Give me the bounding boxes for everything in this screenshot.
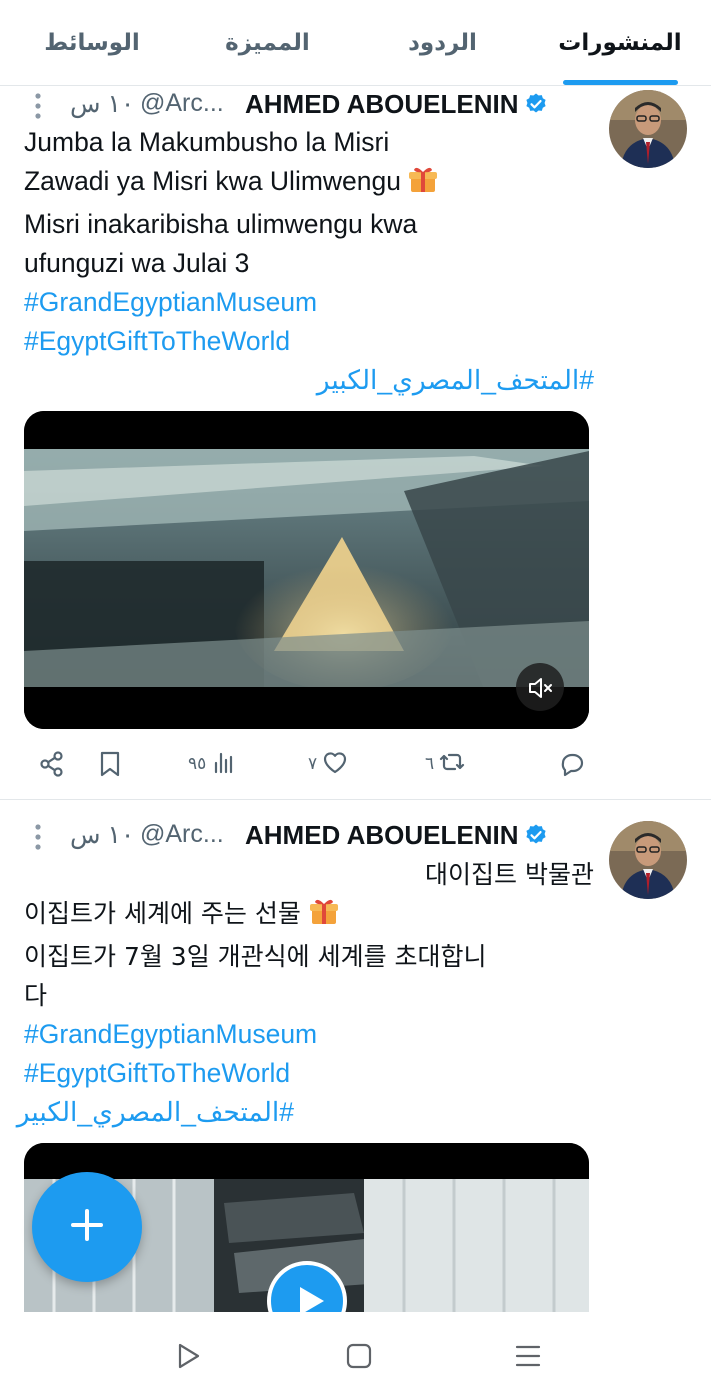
reposts-count: ٦: [425, 754, 435, 774]
author-handle[interactable]: @Arc...: [140, 89, 224, 118]
tweet-line-text: 이집트가 세계에 주는 선물: [24, 899, 301, 928]
tweet-time[interactable]: ١٠ س: [70, 89, 134, 119]
bookmark-icon[interactable]: [96, 744, 124, 784]
tweet-divider: [0, 799, 711, 800]
profile-tabs: الوسائط المميزة الردود المنشورات: [0, 0, 711, 86]
reply-icon[interactable]: [558, 744, 586, 784]
hashtag-link[interactable]: #المتحف_المصري_الكبير: [17, 1093, 294, 1132]
hashtag-text: #المتحف_المصري_الكبير: [316, 365, 594, 395]
tab-replies[interactable]: الردود: [385, 0, 500, 86]
tweet-line: 다: [24, 981, 48, 1010]
author-name[interactable]: AHMED ABOUELENIN: [245, 89, 518, 120]
tweet-time[interactable]: ١٠ س: [70, 820, 134, 850]
home-square-icon[interactable]: [343, 1340, 375, 1372]
tweet-line: Misri inakaribisha ulimwengu kwa: [24, 209, 418, 239]
views-action[interactable]: ٩٥: [188, 744, 238, 784]
verified-badge-icon: [524, 823, 548, 847]
hashtag-link[interactable]: #GrandEgyptianMuseum: [24, 283, 594, 322]
heart-icon: [321, 748, 349, 781]
gift-emoji-icon: [309, 896, 339, 937]
repost-action[interactable]: ٦: [425, 744, 466, 784]
tweet-line: 대이집트 박물관: [425, 860, 594, 889]
author-name[interactable]: AHMED ABOUELENIN: [245, 820, 518, 851]
more-options-icon[interactable]: [34, 92, 42, 125]
hashtag-text: #المتحف_المصري_الكبير: [16, 1097, 294, 1127]
tweet-line: 이집트가 7월 3일 개관식에 세계를 초대합니: [24, 942, 487, 971]
more-options-icon[interactable]: [34, 823, 42, 856]
like-action[interactable]: ٧: [308, 744, 349, 784]
recents-lines-icon[interactable]: [512, 1340, 544, 1372]
tweet-line: Jumba la Makumbusho la Misri: [24, 127, 390, 157]
tweet-line: ufunguzi wa Julai 3: [24, 248, 250, 278]
hashtag-link[interactable]: #المتحف_المصري_الكبير: [24, 361, 594, 400]
volume-mute-icon[interactable]: [526, 674, 554, 702]
tab-media[interactable]: الوسائط: [22, 0, 162, 86]
plus-icon: [67, 1205, 107, 1249]
views-chart-icon: [210, 748, 238, 781]
hashtag-link[interactable]: #EgyptGiftToTheWorld: [24, 1054, 594, 1093]
tweet-line: Zawadi ya Misri kwa Ulimwengu: [24, 162, 594, 205]
gift-emoji-icon: [408, 164, 438, 205]
author-row: AHMED ABOUELENIN: [245, 88, 548, 120]
tweet-line-text: Zawadi ya Misri kwa Ulimwengu: [24, 166, 401, 196]
avatar[interactable]: [609, 90, 687, 168]
share-icon[interactable]: [38, 744, 66, 784]
tweet[interactable]: AHMED ABOUELENIN @Arc... ١٠ س Jumba la M…: [0, 86, 711, 799]
verified-badge-icon: [524, 92, 548, 116]
hashtag-link[interactable]: #EgyptGiftToTheWorld: [24, 322, 594, 361]
play-icon[interactable]: [292, 1283, 328, 1313]
likes-count: ٧: [308, 754, 318, 774]
back-triangle-icon[interactable]: [172, 1340, 204, 1372]
views-count: ٩٥: [188, 754, 207, 774]
tweet-line: 이집트가 세계에 주는 선물: [24, 894, 594, 937]
active-tab-indicator: [563, 80, 678, 85]
repost-icon: [438, 748, 466, 781]
author-row: AHMED ABOUELENIN: [245, 819, 548, 851]
tab-highlights[interactable]: المميزة: [205, 0, 330, 86]
tab-posts[interactable]: المنشورات: [545, 0, 695, 86]
hashtag-link[interactable]: #GrandEgyptianMuseum: [24, 1015, 594, 1054]
tweet-actions: ٩٥ ٧ ٦: [0, 744, 711, 784]
tweet-text: Jumba la Makumbusho la Misri Zawadi ya M…: [24, 123, 594, 400]
tweet-video[interactable]: [24, 411, 589, 729]
system-nav-bar: [0, 1312, 711, 1400]
compose-button[interactable]: [32, 1172, 142, 1282]
author-handle[interactable]: @Arc...: [140, 820, 224, 849]
tweet-text: 대이집트 박물관 이집트가 세계에 주는 선물 이집트가 7월 3일 개관식에 …: [17, 855, 594, 1132]
avatar[interactable]: [609, 821, 687, 899]
